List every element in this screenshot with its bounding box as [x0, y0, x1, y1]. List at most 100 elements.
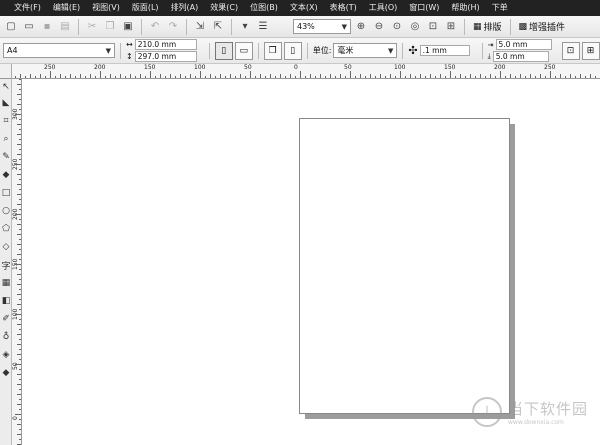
- cut-icon[interactable]: ✂: [84, 19, 100, 35]
- menu-item[interactable]: 效果(C): [204, 0, 244, 16]
- zoom-select[interactable]: 43% ▼: [293, 19, 351, 34]
- ruler-tick: [415, 76, 416, 78]
- copy-icon[interactable]: ❐: [102, 19, 118, 35]
- undo-icon[interactable]: ↶: [147, 19, 163, 35]
- ruler-tick: [250, 71, 251, 78]
- application-launcher-icon[interactable]: ▾: [237, 19, 253, 35]
- ruler-tick: [85, 76, 86, 78]
- plugin-button[interactable]: ▩ 增强插件: [516, 20, 569, 34]
- zoom-width-icon[interactable]: ⊞: [443, 19, 459, 35]
- zoom-page-icon[interactable]: ⊡: [425, 19, 441, 35]
- menu-item[interactable]: 位图(B): [244, 0, 284, 16]
- ruler-tick: [320, 74, 321, 78]
- paper-size-select[interactable]: A4 ▼: [3, 43, 115, 58]
- ruler-tick: [370, 74, 371, 78]
- ruler-tick: [545, 76, 546, 78]
- menu-item[interactable]: 编辑(E): [47, 0, 86, 16]
- smart-fill-icon[interactable]: ◆: [0, 169, 12, 181]
- menu-item[interactable]: 下单: [486, 0, 514, 16]
- zoom-value: 43%: [297, 22, 315, 31]
- ruler-tick: [19, 429, 21, 430]
- ruler-tick: [495, 76, 496, 78]
- ruler-tick: [19, 199, 21, 200]
- ruler-tick: [17, 204, 21, 205]
- print-icon[interactable]: ▤: [57, 19, 73, 35]
- current-page-icon[interactable]: ▯: [283, 41, 302, 60]
- save-icon[interactable]: ▪: [39, 19, 55, 35]
- blend-tool-icon[interactable]: ◧: [0, 295, 12, 307]
- unit-value: 毫米: [337, 46, 354, 55]
- ruler-tick: [30, 74, 31, 78]
- paste-icon[interactable]: ▣: [120, 19, 136, 35]
- ruler-tick: [19, 329, 21, 330]
- layout-button[interactable]: ▦ 排版: [470, 20, 505, 34]
- open-folder-icon[interactable]: ▭: [21, 19, 37, 35]
- dup-x-field[interactable]: 5.0 mm: [495, 39, 552, 50]
- outline-tool-icon[interactable]: ♁: [0, 331, 12, 343]
- text-tool-icon[interactable]: 字: [0, 259, 12, 272]
- zoom-selected-icon[interactable]: ⊙: [389, 19, 405, 35]
- menu-item[interactable]: 排列(A): [165, 0, 205, 16]
- crop-tool-icon[interactable]: ⌗: [0, 115, 12, 127]
- page-width-field[interactable]: 210.0 mm: [134, 39, 197, 50]
- menu-item[interactable]: 文件(F): [8, 0, 47, 16]
- shape-tool-icon[interactable]: ◣: [0, 97, 12, 109]
- nudge-field[interactable]: .1 mm: [419, 45, 470, 56]
- menu-item[interactable]: 帮助(H): [445, 0, 485, 16]
- horizontal-ruler[interactable]: 250 200 150 100 50 0 50 100 150 200 250: [12, 64, 600, 79]
- divider: [257, 42, 259, 59]
- ruler-tick: [565, 76, 566, 78]
- export-icon[interactable]: ⇱: [210, 19, 226, 35]
- menu-item[interactable]: 版面(L): [126, 0, 165, 16]
- zoom-tool-icon[interactable]: ⌕: [0, 133, 12, 145]
- portrait-icon[interactable]: ▯: [214, 41, 233, 60]
- document-page[interactable]: [299, 118, 510, 414]
- ruler-tick: [315, 76, 316, 78]
- ruler-tick-label: 0: [12, 416, 19, 420]
- ruler-tick: [19, 289, 21, 290]
- landscape-icon[interactable]: ▭: [234, 41, 253, 60]
- table-tool-icon[interactable]: ▦: [0, 277, 12, 289]
- interactive-fill-icon[interactable]: ◆: [0, 367, 12, 379]
- basic-shapes-icon[interactable]: ◇: [0, 241, 12, 253]
- ruler-tick: [17, 404, 21, 405]
- ruler-tick: [445, 76, 446, 78]
- zoom-out-icon[interactable]: ⊖: [371, 19, 387, 35]
- ellipse-tool-icon[interactable]: ○: [0, 205, 12, 217]
- polygon-tool-icon[interactable]: ⬠: [0, 223, 12, 235]
- all-pages-icon[interactable]: ❐: [263, 41, 282, 60]
- ruler-tick: [19, 369, 21, 370]
- ruler-tick: [550, 71, 551, 78]
- snap-icon[interactable]: ⊞: [581, 41, 600, 60]
- zoom-all-icon[interactable]: ◎: [407, 19, 423, 35]
- ruler-tick-label: 100: [394, 64, 406, 71]
- options-icon[interactable]: ☰: [255, 19, 271, 35]
- ruler-tick: [135, 76, 136, 78]
- eyedropper-tool-icon[interactable]: ✐: [0, 313, 12, 325]
- zoom-in-icon[interactable]: ⊕: [353, 19, 369, 35]
- freehand-tool-icon[interactable]: ✎: [0, 151, 12, 163]
- ruler-tick: [275, 76, 276, 78]
- menu-item[interactable]: 工具(O): [363, 0, 404, 16]
- ruler-tick: [35, 76, 36, 78]
- paper-size-value: A4: [7, 46, 18, 55]
- import-icon[interactable]: ⇲: [192, 19, 208, 35]
- ruler-origin[interactable]: [0, 64, 12, 79]
- menu-item[interactable]: 文本(X): [284, 0, 324, 16]
- page-height-field[interactable]: 297.0 mm: [134, 51, 197, 62]
- treat-as-filled-icon[interactable]: ⊡: [561, 41, 580, 60]
- menu-item[interactable]: 视图(V): [86, 0, 126, 16]
- fill-tool-icon[interactable]: ◈: [0, 349, 12, 361]
- vertical-ruler[interactable]: 300250200150100500: [12, 79, 22, 445]
- rectangle-tool-icon[interactable]: □: [0, 187, 12, 199]
- new-document-icon[interactable]: ▢: [3, 19, 19, 35]
- menu-item[interactable]: 窗口(W): [403, 0, 445, 16]
- ruler-tick: [425, 76, 426, 78]
- dup-y-field[interactable]: 5.0 mm: [492, 51, 549, 62]
- pick-tool-icon[interactable]: ↖: [0, 81, 12, 93]
- ruler-tick: [300, 71, 301, 78]
- ruler-tick: [390, 74, 391, 78]
- unit-select[interactable]: 毫米 ▼: [333, 43, 398, 58]
- menu-item[interactable]: 表格(T): [324, 0, 363, 16]
- redo-icon[interactable]: ↷: [165, 19, 181, 35]
